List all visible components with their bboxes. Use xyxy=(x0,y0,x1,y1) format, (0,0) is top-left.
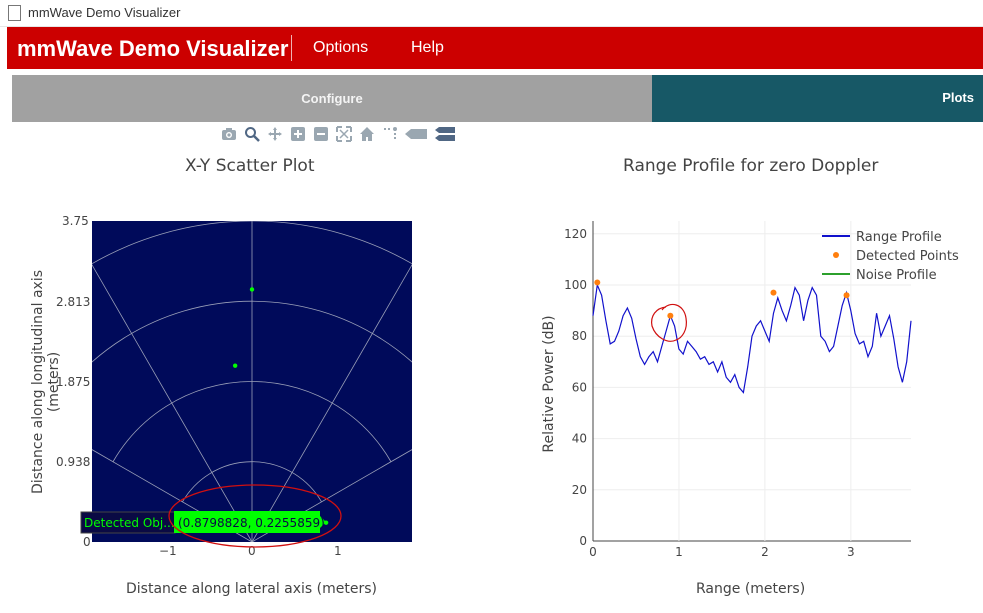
hover-closest-icon[interactable] xyxy=(404,126,428,142)
range-profile-line xyxy=(592,282,912,394)
scatter-point[interactable] xyxy=(232,363,238,368)
scatter-point[interactable] xyxy=(249,287,255,292)
scatter-y-axis-title: Distance along longitudinal axis (meters… xyxy=(30,270,62,494)
window-title-bar: mmWave Demo Visualizer xyxy=(0,0,983,27)
scatter-point[interactable] xyxy=(323,520,329,525)
scatter-x-tick: 1 xyxy=(334,544,342,558)
detected-point[interactable] xyxy=(770,289,777,296)
range-x-tick: 0 xyxy=(589,545,597,559)
range-y-tick: 60 xyxy=(572,380,587,394)
range-y-tick: 100 xyxy=(564,278,587,292)
autoscale-icon[interactable] xyxy=(335,126,352,142)
hover-value: (0.8798828, 0.2255859) xyxy=(178,516,325,530)
scatter-x-tick: 0 xyxy=(248,544,256,558)
reset-axes-icon[interactable] xyxy=(358,126,375,142)
range-x-tick: 3 xyxy=(847,545,855,559)
tab-configure[interactable]: Configure xyxy=(12,75,652,122)
app-title: mmWave Demo Visualizer xyxy=(17,36,289,61)
legend-detected-points: Detected Points xyxy=(856,249,959,264)
pan-icon[interactable] xyxy=(266,126,283,142)
header-divider xyxy=(291,35,292,61)
highlight-circle xyxy=(651,303,687,342)
scatter-x-axis-title: Distance along lateral axis (meters) xyxy=(126,581,377,597)
range-y-axis-title: Relative Power (dB) xyxy=(541,315,557,453)
zoom-icon[interactable] xyxy=(243,126,260,142)
detected-point[interactable] xyxy=(843,292,850,299)
hover-compare-icon[interactable] xyxy=(434,126,456,142)
range-y-tick: 0 xyxy=(579,534,587,548)
scatter-grid-arc xyxy=(92,300,412,363)
legend-noise-profile: Noise Profile xyxy=(856,268,937,283)
highlight-ellipse xyxy=(168,484,342,548)
document-icon xyxy=(8,5,21,21)
scatter-plot-area xyxy=(92,221,412,542)
scatter-plot-title: X-Y Scatter Plot xyxy=(185,156,315,176)
camera-icon[interactable] xyxy=(220,126,237,142)
range-y-tick: 20 xyxy=(572,483,587,497)
options-menu[interactable]: Options xyxy=(313,39,368,57)
window-title: mmWave Demo Visualizer xyxy=(28,5,181,20)
plot-modebar xyxy=(220,125,456,143)
hover-label: Detected Obj... xyxy=(84,516,175,530)
scatter-y-tick: 3.75 xyxy=(62,214,89,228)
scatter-y-tick: 0 xyxy=(83,535,91,549)
tab-plots[interactable]: Plots xyxy=(652,75,983,122)
help-menu[interactable]: Help xyxy=(411,39,444,57)
scatter-x-tick: −1 xyxy=(159,544,177,558)
scatter-grid-ray xyxy=(251,449,412,542)
scatter-grid-arc xyxy=(182,461,322,503)
zoom-in-icon[interactable] xyxy=(289,126,306,142)
range-y-tick: 40 xyxy=(572,432,587,446)
range-plot-title: Range Profile for zero Doppler xyxy=(623,156,879,176)
hover-tooltip: Detected Obj... (0.8798828, 0.2255859) xyxy=(80,511,326,534)
tab-plots-label: Plots xyxy=(942,90,974,105)
range-legend: Range Profile Detected Points Noise Prof… xyxy=(822,230,959,283)
legend-detected-swatch xyxy=(833,252,839,258)
app-header: mmWave Demo Visualizer Options Help xyxy=(7,27,983,69)
range-x-tick: 1 xyxy=(675,545,683,559)
detected-point[interactable] xyxy=(594,279,601,286)
spike-lines-icon[interactable] xyxy=(381,126,398,142)
zoom-out-icon[interactable] xyxy=(312,126,329,142)
range-y-tick: 80 xyxy=(572,329,587,343)
scatter-grid-arc xyxy=(0,148,593,345)
detected-point[interactable] xyxy=(667,312,674,319)
range-y-tick: 120 xyxy=(564,227,587,241)
scatter-grid-arc xyxy=(112,381,392,462)
range-x-tick: 2 xyxy=(761,545,769,559)
range-x-axis-title: Range (meters) xyxy=(696,581,806,597)
legend-range-profile: Range Profile xyxy=(856,230,942,245)
